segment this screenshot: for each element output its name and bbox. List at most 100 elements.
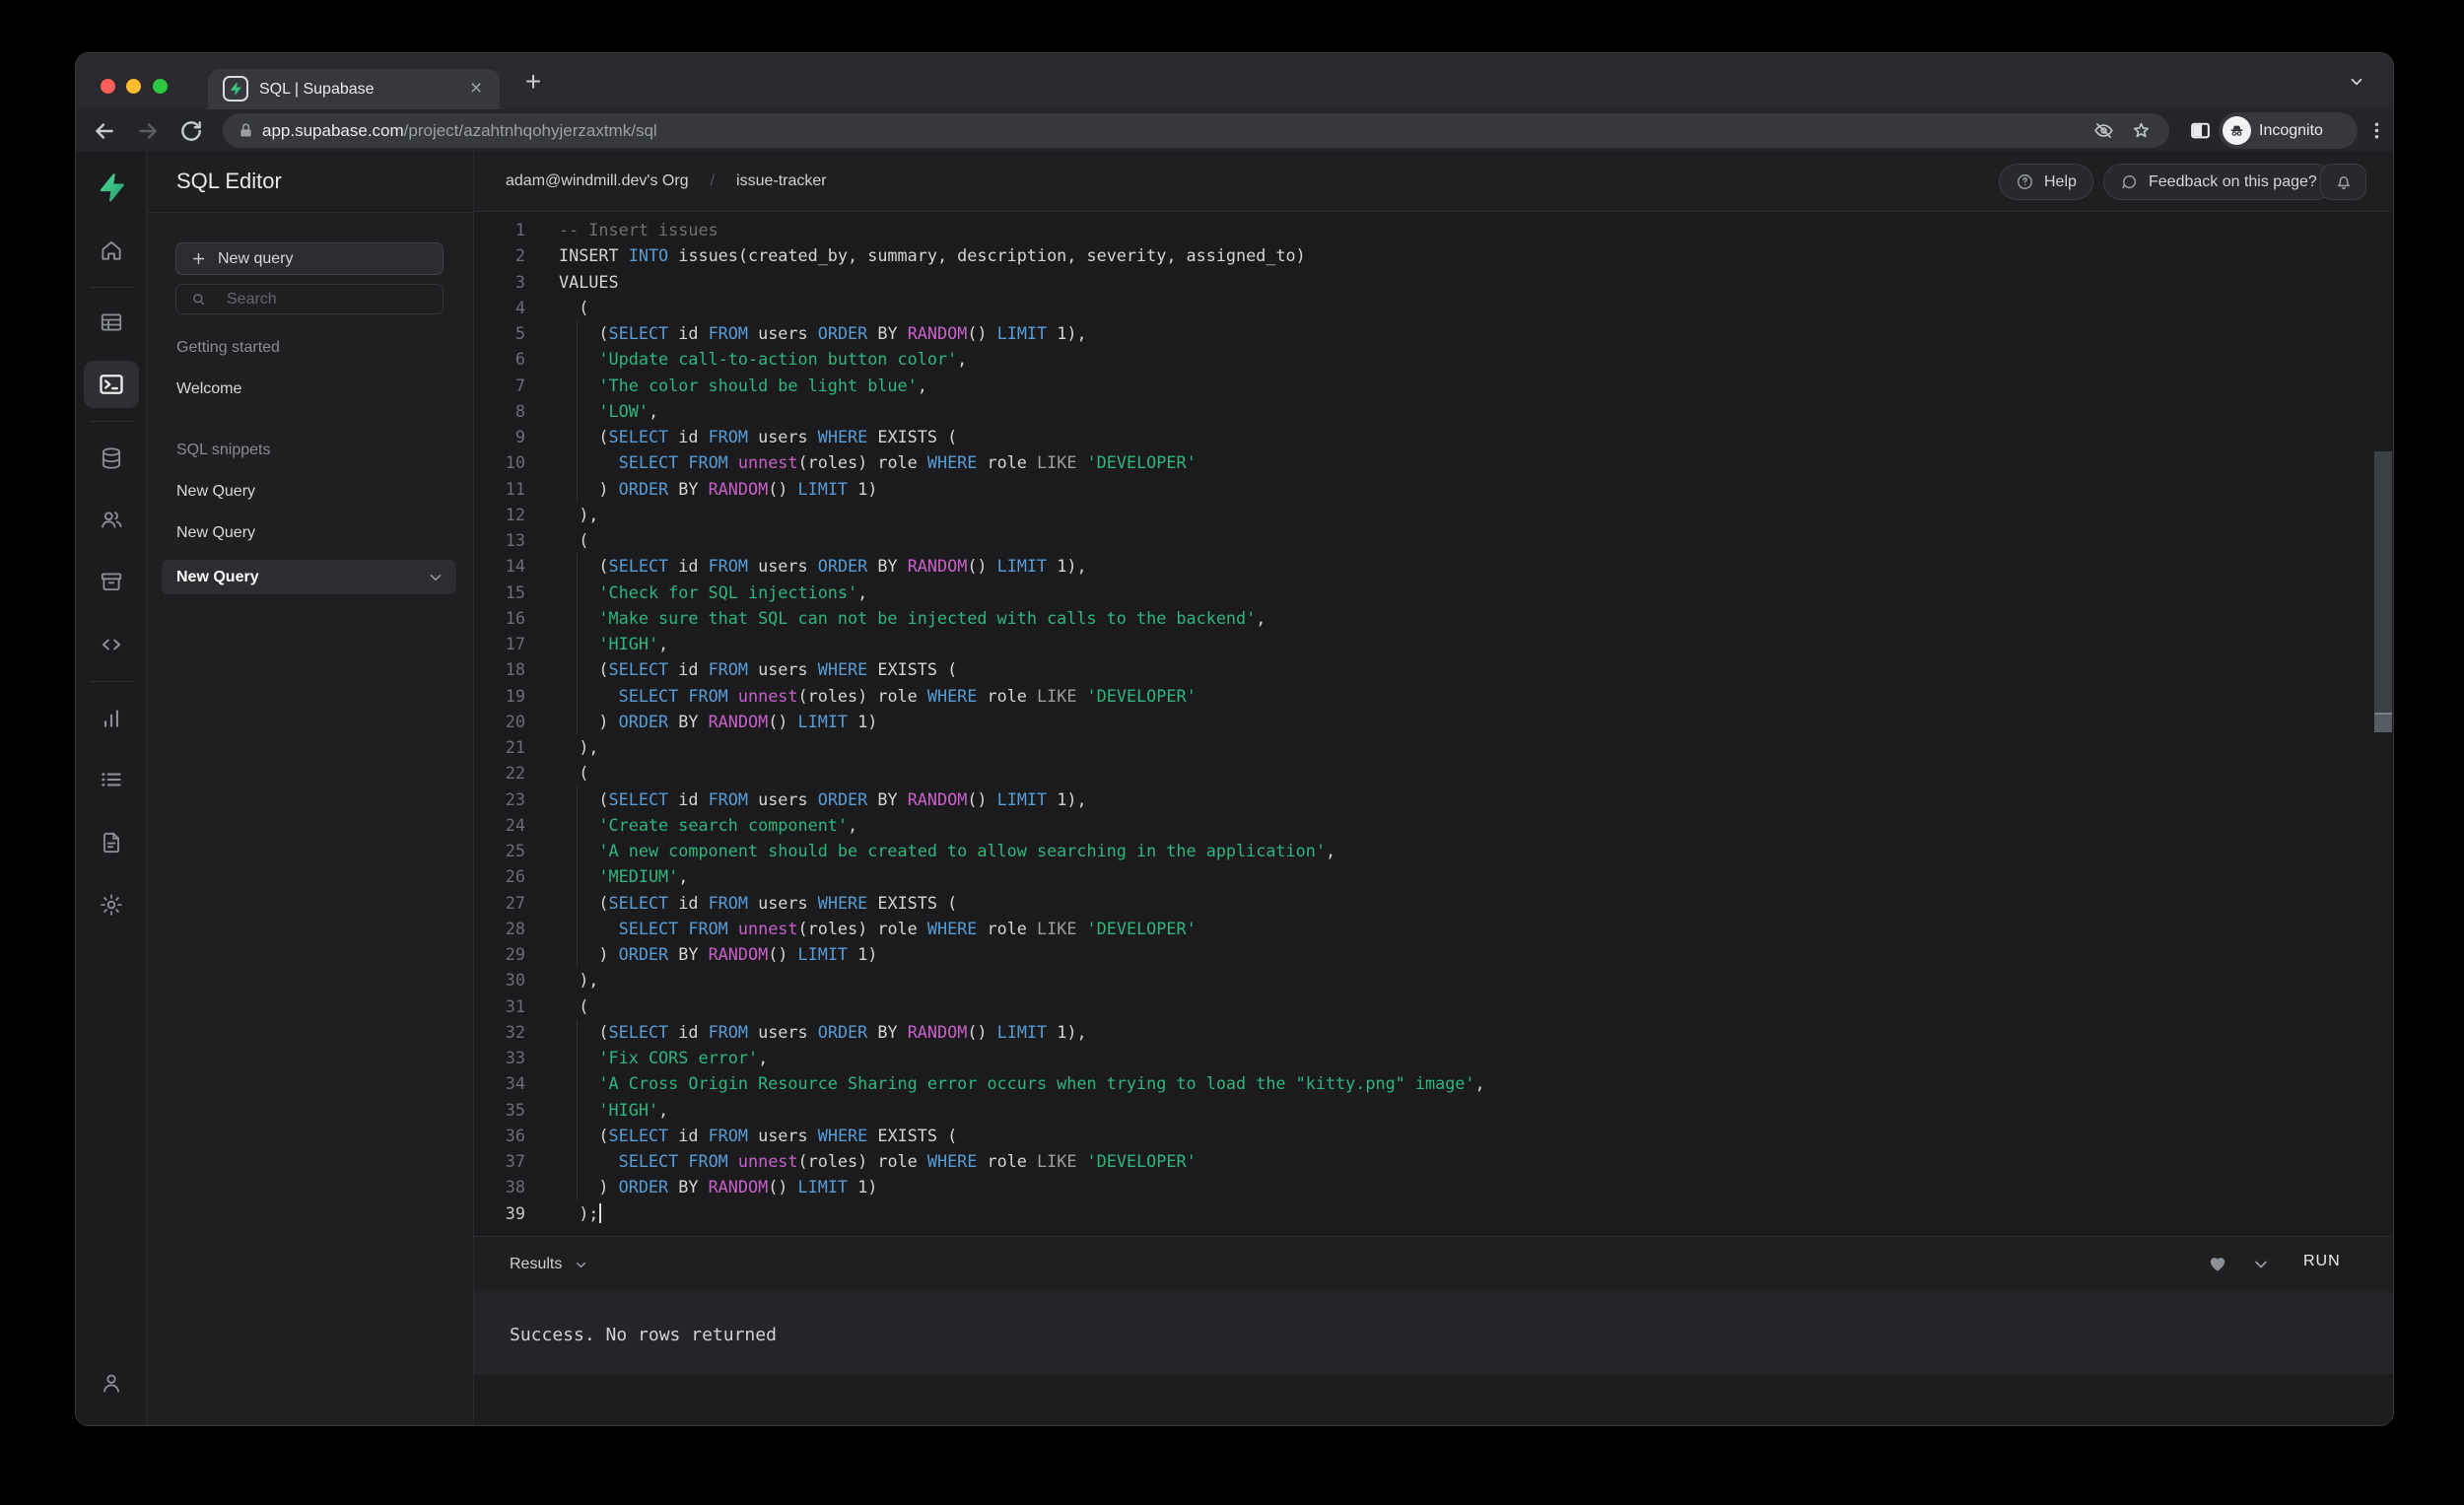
editor-scrollbar-thumb[interactable] [2374,451,2392,713]
code-line: 20 ) ORDER BY RANDOM() LIMIT 1) [505,711,878,731]
sidebar-item-welcome[interactable]: Welcome [176,380,241,398]
tab-search-chevron-icon[interactable] [2348,73,2365,91]
supabase-app: SQL Editor New query Search Getting star… [76,152,2393,1425]
tab-close-icon[interactable]: × [464,77,488,101]
section-sql-snippets: SQL snippets [176,442,271,458]
code-line: 28 SELECT FROM unnest(roles) role WHERE … [505,918,1197,938]
run-button[interactable]: RUN [2303,1253,2341,1270]
code-line: 11 ) ORDER BY RANDOM() LIMIT 1) [505,478,878,499]
code-line: 18 (SELECT id FROM users WHERE EXISTS ( [505,659,958,680]
code-line: 21 ), [505,737,599,757]
favorite-heart-icon[interactable] [2207,1253,2228,1274]
code-line: 9 (SELECT id FROM users WHERE EXISTS ( [514,427,958,446]
code-line: 8 'LOW', [514,400,659,421]
code-line: 4 ( [514,297,589,317]
code-line: 30 ), [505,970,599,991]
code-line: 34 'A Cross Origin Resource Sharing erro… [505,1073,1485,1094]
chevron-down-icon [574,1258,588,1272]
search-input[interactable]: Search [175,284,444,314]
sidebar-item-snippet-active[interactable]: New Query [162,560,456,594]
code-line: 19 SELECT FROM unnest(roles) role WHERE … [505,685,1197,706]
rail-sql-editor-icon[interactable] [84,361,139,408]
browser-toolbar: app.supabase.com/project/azahtnhqohyjerz… [76,109,2393,152]
breadcrumb-project[interactable]: issue-tracker [736,172,827,190]
plus-icon [190,250,207,267]
window-zoom-button[interactable] [153,79,168,94]
supabase-logo-icon[interactable] [88,166,135,209]
code-line: 3 VALUES [514,271,619,292]
browser-menu-icon[interactable] [2364,118,2389,143]
sql-code-editor[interactable]: 1 -- Insert issues 2 INSERT INTO issues(cre… [474,212,2393,1236]
code-line: 23 (SELECT id FROM users ORDER BY RANDOM… [505,788,1087,809]
code-line: 17 'HIGH', [505,634,669,653]
sidebar-item-snippet[interactable]: New Query [176,483,255,501]
help-circle-icon [2016,172,2034,191]
rail-storage-icon[interactable] [88,560,135,603]
results-output: Success. No rows returned [474,1292,2393,1373]
rail-logs-icon[interactable] [88,758,135,801]
code-line: 22 ( [505,763,589,784]
code-line: 5 (SELECT id FROM users ORDER BY RANDOM(… [514,323,1087,343]
bell-icon [2334,172,2354,192]
breadcrumb-separator: / [710,172,716,189]
search-placeholder: Search [227,291,277,308]
rail-docs-icon[interactable] [88,821,135,864]
rail-api-icon[interactable] [88,623,135,666]
rail-database-icon[interactable] [88,437,135,480]
code-line: 24 'Create search component', [505,814,858,835]
code-line: 1 -- Insert issues [514,220,719,239]
code-line: 35 'HIGH', [505,1099,669,1120]
code-line: 10 SELECT FROM unnest(roles) role WHERE … [505,452,1197,473]
sql-editor-sidebar: SQL Editor New query Search Getting star… [147,152,474,1425]
rail-table-editor-icon[interactable] [88,301,135,344]
eye-off-icon[interactable] [2093,120,2114,141]
chat-bubble-icon [2120,172,2139,191]
reload-icon[interactable] [178,118,204,144]
page-title: SQL Editor [176,169,282,193]
code-lines: 1 -- Insert issues 2 INSERT INTO issues(cre… [474,217,2393,1226]
results-footer [474,1373,2393,1425]
chevron-down-icon[interactable] [427,569,445,586]
breadcrumb-org[interactable]: adam@windmill.dev's Org [506,172,689,190]
window-close-button[interactable] [101,79,115,94]
help-button[interactable]: Help [1999,164,2093,200]
sidebar-item-snippet[interactable]: New Query [176,524,255,542]
rail-divider [90,421,133,422]
rail-account-icon[interactable] [88,1361,135,1404]
sidebar-divider [147,212,473,213]
code-line: 29 ) ORDER BY RANDOM() LIMIT 1) [505,944,878,964]
back-icon[interactable] [92,118,117,144]
new-query-button[interactable]: New query [175,242,444,275]
window-minimize-button[interactable] [126,79,141,94]
rail-home-icon[interactable] [88,229,135,272]
run-options-chevron-icon[interactable] [2251,1255,2271,1274]
editor-scrollbar-marker [2374,713,2392,732]
results-tab[interactable]: Results [510,1237,588,1292]
code-line: 39 ); [474,1200,2393,1226]
forward-icon[interactable] [135,118,161,144]
code-line: 26 'MEDIUM', [505,866,689,887]
rail-auth-icon[interactable] [88,498,135,541]
code-line: 25 'A new component should be created to… [505,841,1336,860]
code-line: 13 ( [505,530,589,550]
code-line: 38 ) ORDER BY RANDOM() LIMIT 1) [505,1177,878,1197]
side-panel-icon[interactable] [2188,118,2213,143]
rail-reports-icon[interactable] [88,697,135,740]
new-tab-button[interactable]: + [517,67,549,99]
code-line: 15 'Check for SQL injections', [505,581,868,602]
rail-divider [90,287,133,288]
bookmark-star-icon[interactable] [2131,120,2152,141]
address-bar[interactable]: app.supabase.com/project/azahtnhqohyjerz… [223,113,2169,148]
code-line: 16 'Make sure that SQL can not be inject… [505,607,1266,628]
code-line: 6 'Update call-to-action button color', [514,349,968,370]
url-text: app.supabase.com/project/azahtnhqohyjerz… [262,113,657,148]
code-line: 14 (SELECT id FROM users ORDER BY RANDOM… [505,556,1087,577]
browser-tab[interactable]: SQL | Supabase × [208,69,500,109]
results-label-text: Results [510,1256,563,1272]
rail-settings-icon[interactable] [88,883,135,926]
feedback-button[interactable]: Feedback on this page? [2103,164,2334,200]
breadcrumb: adam@windmill.dev's Org / issue-tracker [506,152,827,211]
code-line: 2 INSERT INTO issues(created_by, summary,… [514,245,1306,266]
browser-window: SQL | Supabase × + app.supabase.com/proj… [75,52,2394,1426]
notifications-button[interactable] [2320,164,2366,200]
